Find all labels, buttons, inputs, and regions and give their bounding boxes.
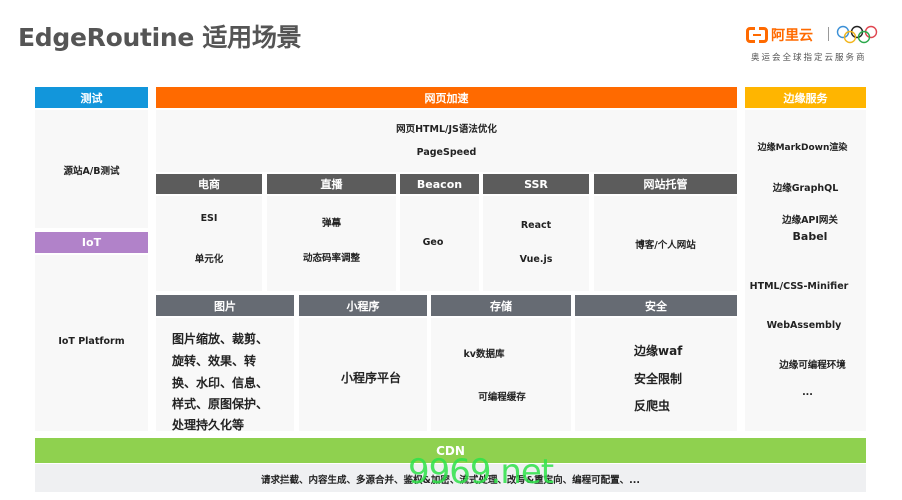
beacon-header: Beacon — [400, 174, 479, 194]
security-item: 边缘waf — [634, 344, 683, 358]
iot-header: IoT — [35, 232, 148, 253]
miniprogram-header: 小程序 — [299, 295, 427, 316]
web-accel-panel — [156, 110, 737, 172]
beacon-item: Geo — [422, 237, 444, 248]
security-header: 安全 — [575, 295, 737, 316]
hosting-item: 博客/个人网站 — [635, 240, 696, 251]
storage-item: kv数据库 — [463, 349, 505, 360]
ecommerce-panel — [156, 196, 262, 291]
test-item: 源站A/B测试 — [63, 166, 120, 177]
ssr-item: Vue.js — [519, 254, 553, 265]
ssr-item: React — [520, 220, 552, 231]
aliyun-logo: 阿里云 奥运会全球指定云服务商 — [746, 25, 886, 65]
live-panel — [267, 196, 396, 291]
ecommerce-item: 单元化 — [194, 254, 224, 265]
web-accel-header: 网页加速 — [156, 87, 737, 108]
security-item: 安全限制 — [634, 372, 683, 386]
ecommerce-item: ESI — [200, 213, 218, 224]
logo-divider — [828, 27, 829, 41]
security-item: 反爬虫 — [634, 399, 671, 413]
edge-service-panel — [745, 110, 866, 431]
watermark: 9969.net — [408, 452, 554, 492]
ssr-header: SSR — [483, 174, 589, 194]
edge-service-item: ... — [802, 387, 813, 398]
edge-service-item: 边缘GraphQL — [772, 183, 839, 194]
storage-panel — [431, 318, 571, 431]
miniprogram-item: 小程序平台 — [340, 371, 401, 385]
edge-service-item: Babel — [792, 230, 828, 243]
image-header: 图片 — [156, 295, 294, 316]
ecommerce-header: 电商 — [156, 174, 262, 194]
edge-service-item: HTML/CSS-Minifier — [749, 281, 849, 292]
web-accel-item: 网页HTML/JS语法优化 — [396, 124, 497, 135]
storage-header: 存储 — [431, 295, 571, 316]
edge-service-header: 边缘服务 — [745, 87, 866, 108]
hosting-header: 网站托管 — [594, 174, 737, 194]
logo-subtitle: 奥运会全球指定云服务商 — [751, 53, 867, 63]
live-item: 动态码率调整 — [302, 253, 360, 264]
live-header: 直播 — [267, 174, 396, 194]
storage-item: 可编程缓存 — [478, 392, 526, 403]
iot-item: IoT Platform — [58, 336, 125, 347]
edge-service-item: 边缘可编程环境 — [779, 360, 846, 371]
image-item: 样式、原图保护、 — [172, 397, 269, 411]
brand: 阿里云 — [746, 25, 813, 45]
aliyun-logo-icon — [746, 27, 768, 43]
image-item: 图片缩放、裁剪、 — [172, 332, 269, 346]
edge-service-item: 边缘MarkDown渲染 — [757, 143, 848, 153]
page-title: EdgeRoutine 适用场景 — [18, 23, 302, 52]
edge-service-item: WebAssembly — [766, 320, 842, 331]
live-item: 弹幕 — [321, 218, 341, 229]
image-item: 旋转、效果、转 — [172, 354, 257, 368]
ssr-panel — [483, 196, 589, 291]
image-item: 换、水印、信息、 — [172, 376, 269, 390]
image-item: 处理持久化等 — [172, 418, 245, 432]
web-accel-item: PageSpeed — [416, 147, 477, 158]
brand-name: 阿里云 — [771, 28, 813, 44]
olympic-rings-icon — [836, 25, 878, 44]
test-header: 测试 — [35, 87, 148, 108]
edge-service-item: 边缘API网关 — [782, 215, 838, 226]
